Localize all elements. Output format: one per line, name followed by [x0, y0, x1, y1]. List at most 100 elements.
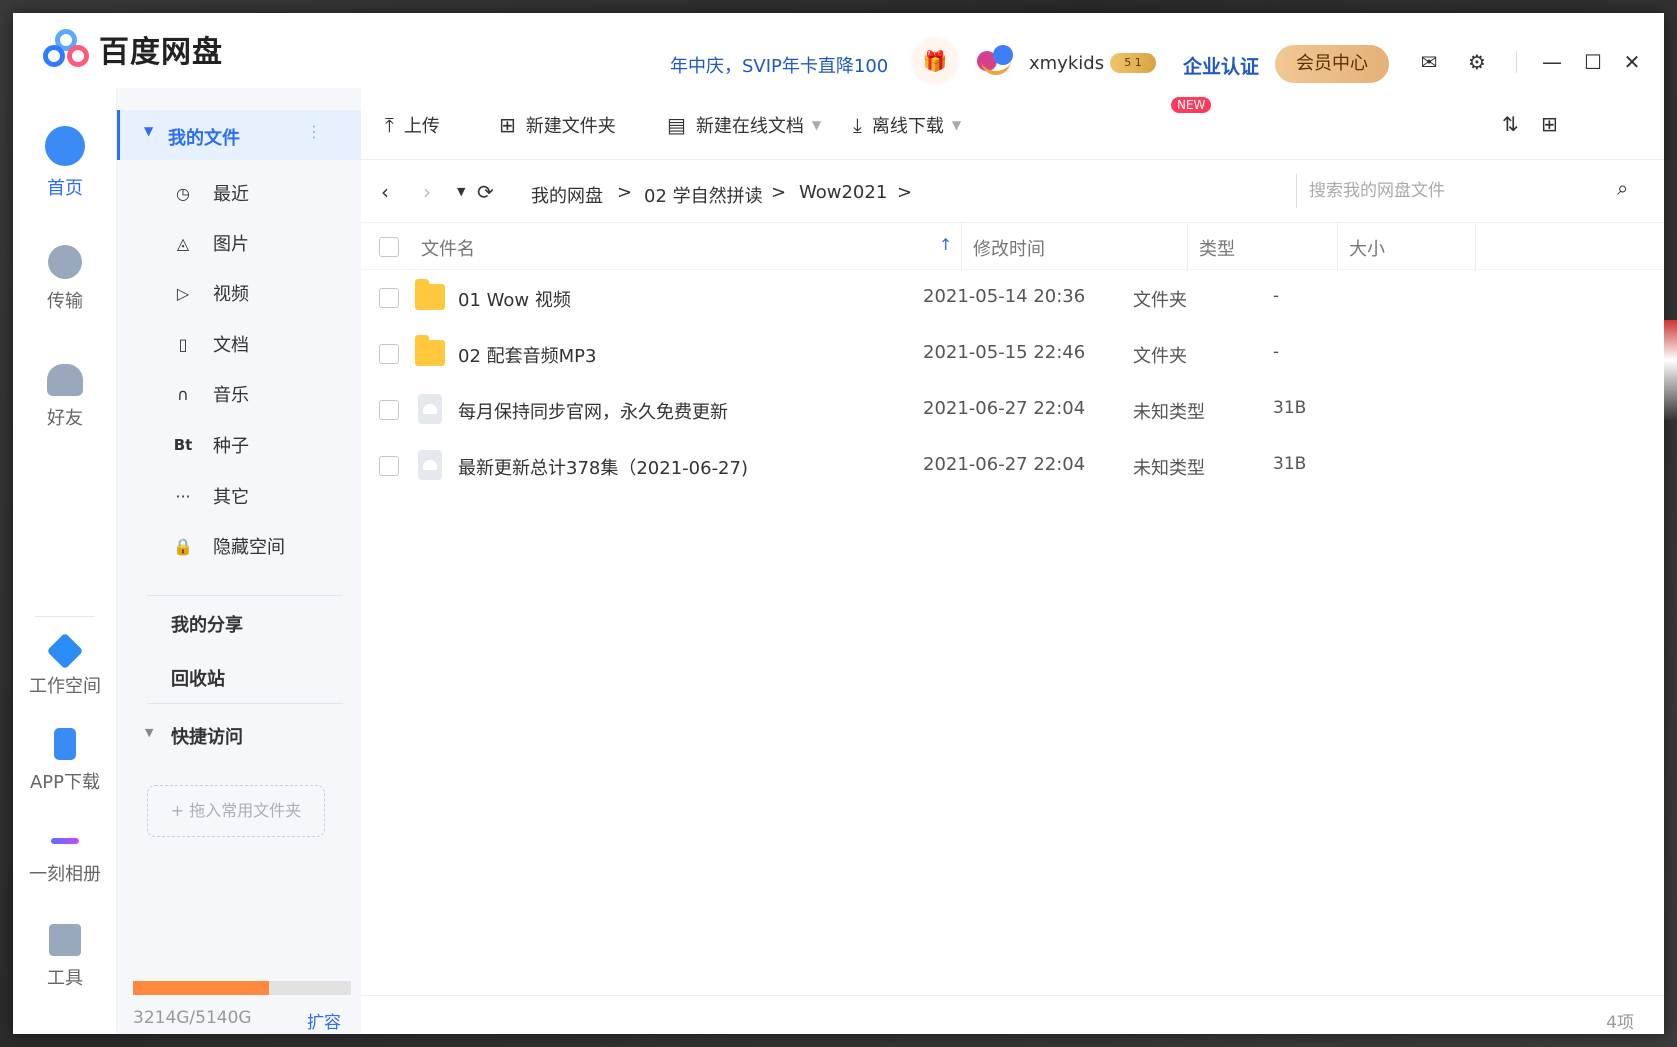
item-count: 4项	[1606, 1013, 1634, 1033]
table-row[interactable]: 02 配套音频MP3 2021-05-15 22:46 文件夹 -	[361, 326, 1664, 382]
breadcrumb-item[interactable]: 我的网盘	[531, 182, 603, 208]
video-icon: ▷	[176, 283, 190, 303]
sidebar-item-clock[interactable]: ◷ 最近	[117, 173, 361, 213]
app-logo: 百度网盘	[41, 27, 223, 71]
settings-icon[interactable]: ⚙	[1464, 49, 1490, 75]
chevron-down-icon: ▼	[144, 124, 154, 138]
offline-download-button[interactable]: ⤓ 离线下载 ▼	[853, 110, 961, 140]
avatar[interactable]	[975, 41, 1019, 81]
row-checkbox[interactable]	[379, 456, 399, 476]
forward-icon[interactable]: ›	[423, 180, 431, 204]
breadcrumb-item[interactable]: Wow2021	[799, 182, 887, 203]
gift-icon[interactable]: 🎁	[913, 39, 957, 83]
titlebar-divider	[1516, 51, 1517, 73]
new-online-doc-button[interactable]: ▤ 新建在线文档 ▼	[667, 110, 821, 140]
promo-link[interactable]: 年中庆，SVIP年卡直降100	[670, 52, 888, 78]
sidebar-item-document[interactable]: ▯ 文档	[117, 324, 361, 364]
sidebar-item-lock[interactable]: 🔒 隐藏空间	[117, 526, 361, 566]
breadcrumb-separator: >	[897, 182, 913, 203]
refresh-icon[interactable]: ⟳	[477, 180, 494, 204]
member-center-button[interactable]: 会员中心	[1275, 45, 1389, 83]
close-icon[interactable]: ✕	[1619, 49, 1645, 75]
expand-storage-link[interactable]: 扩容	[307, 1008, 341, 1033]
row-checkbox[interactable]	[379, 344, 399, 364]
table-row[interactable]: 最新更新总计378集（2021-06-27) 2021-06-27 22:04 未知…	[361, 438, 1664, 494]
upload-label: 上传	[403, 116, 440, 137]
document-icon: ▤	[667, 113, 686, 137]
back-icon[interactable]: ‹	[381, 180, 389, 204]
enterprise-verify-link[interactable]: 企业认证	[1183, 52, 1259, 79]
file-name: 01 Wow 视频	[458, 290, 571, 311]
username[interactable]: xmykids	[1029, 53, 1104, 74]
vip-level-badge: 5 1	[1110, 53, 1156, 73]
search-icon[interactable]: ⌕	[1617, 176, 1628, 200]
desktop-background-fragment	[1664, 320, 1677, 420]
sidebar-item-headphones[interactable]: ∩ 音乐	[117, 374, 361, 414]
sidebar-item-label: 音乐	[213, 385, 249, 406]
transfer-icon	[48, 245, 82, 279]
sidebar-item-image[interactable]: ◬ 图片	[117, 223, 361, 263]
breadcrumb-item[interactable]: 02 学自然拼读	[644, 182, 763, 208]
row-checkbox[interactable]	[379, 288, 399, 308]
table-row[interactable]: 01 Wow 视频 2021-05-14 20:36 文件夹 -	[361, 270, 1664, 326]
storage-quota-fill	[133, 981, 270, 995]
navigation-bar: ‹ › ▼ ⟳ 我的网盘 > 02 学自然拼读 > Wow2021 >	[361, 160, 1664, 222]
more-options-icon[interactable]: ⋮	[306, 122, 322, 141]
rail-item-album[interactable]: 一刻相册	[13, 826, 117, 886]
sidebar-item-label: 快捷访问	[171, 727, 243, 748]
column-divider	[1475, 223, 1476, 271]
sort-icon[interactable]: ⇅	[1502, 112, 1519, 136]
new-badge: NEW	[1171, 97, 1212, 113]
file-modified-time: 2021-05-14 20:36	[923, 286, 1086, 307]
rail-item-app-download[interactable]: APP下载	[13, 728, 117, 794]
sidebar-item-my-share[interactable]: 我的分享	[117, 603, 361, 643]
grid-view-icon[interactable]: ⊞	[1541, 112, 1558, 136]
tools-icon	[49, 924, 81, 956]
chevron-down-icon[interactable]: ▼	[812, 118, 821, 132]
sidebar-item-label: 文档	[213, 335, 249, 356]
image-icon: ◬	[176, 233, 190, 253]
rail-item-workspace[interactable]: 工作空间	[13, 632, 117, 698]
sidebar-item-video[interactable]: ▷ 视频	[117, 273, 361, 313]
rail-item-home[interactable]: 首页	[13, 126, 117, 200]
upload-button[interactable]: ⤒ 上传	[385, 110, 440, 140]
column-header-size[interactable]: 大小	[1349, 235, 1385, 261]
sidebar-item-label: 图片	[213, 234, 249, 255]
file-modified-time: 2021-06-27 22:04	[923, 398, 1086, 419]
file-category-sidebar: ▼ 我的文件 ⋮ ◷ 最近 ◬ 图片 ▷ 视频 ▯ 文档 ∩ 音乐 Bt 种子 ··· 其它 🔒 隐藏空间 我…	[117, 88, 361, 1034]
select-all-checkbox[interactable]	[379, 237, 399, 257]
sidebar-divider	[147, 595, 343, 596]
rail-item-transfer[interactable]: 传输	[13, 245, 117, 313]
rail-label: APP下载	[29, 772, 101, 793]
column-header-type[interactable]: 类型	[1199, 235, 1235, 261]
folder-icon	[415, 279, 445, 310]
sidebar-item-torrent[interactable]: Bt 种子	[117, 425, 361, 465]
clock-icon: ◷	[176, 183, 190, 203]
quick-access-drop-zone[interactable]: + 拖入常用文件夹	[147, 785, 325, 837]
row-checkbox[interactable]	[379, 400, 399, 420]
sidebar-item-recycle-bin[interactable]: 回收站	[117, 657, 361, 697]
sort-ascending-icon[interactable]: ↑	[939, 235, 952, 254]
torrent-icon: Bt	[173, 436, 193, 454]
headphones-icon: ∩	[177, 384, 189, 404]
sidebar-item-more[interactable]: ··· 其它	[117, 476, 361, 516]
file-size: 31B	[1273, 454, 1307, 474]
maximize-icon[interactable]: ☐	[1580, 49, 1606, 75]
minimize-icon[interactable]: —	[1539, 49, 1565, 75]
sidebar-my-files[interactable]: ▼ 我的文件 ⋮	[117, 110, 361, 160]
rail-item-tools[interactable]: 工具	[13, 924, 117, 990]
search-input[interactable]	[1309, 176, 1549, 206]
mail-icon[interactable]: ✉	[1416, 49, 1442, 75]
rail-item-friends[interactable]: 好友	[13, 364, 117, 430]
sidebar-quick-access[interactable]: ▼ 快捷访问	[117, 715, 361, 755]
history-dropdown-icon[interactable]: ▼	[457, 185, 465, 198]
table-row[interactable]: 每月保持同步官网，永久免费更新 2021-06-27 22:04 未知类型 31B	[361, 382, 1664, 438]
column-divider	[1187, 223, 1188, 271]
offline-download-label: 离线下载	[871, 116, 944, 137]
file-name: 02 配套音频MP3	[458, 346, 597, 367]
chevron-down-icon[interactable]: ▼	[952, 118, 961, 132]
column-header-modified[interactable]: 修改时间	[973, 235, 1045, 261]
new-folder-button[interactable]: ⊞ 新建文件夹	[499, 110, 616, 140]
column-header-name[interactable]: 文件名	[421, 235, 475, 261]
chevron-down-icon: ▼	[145, 726, 154, 739]
